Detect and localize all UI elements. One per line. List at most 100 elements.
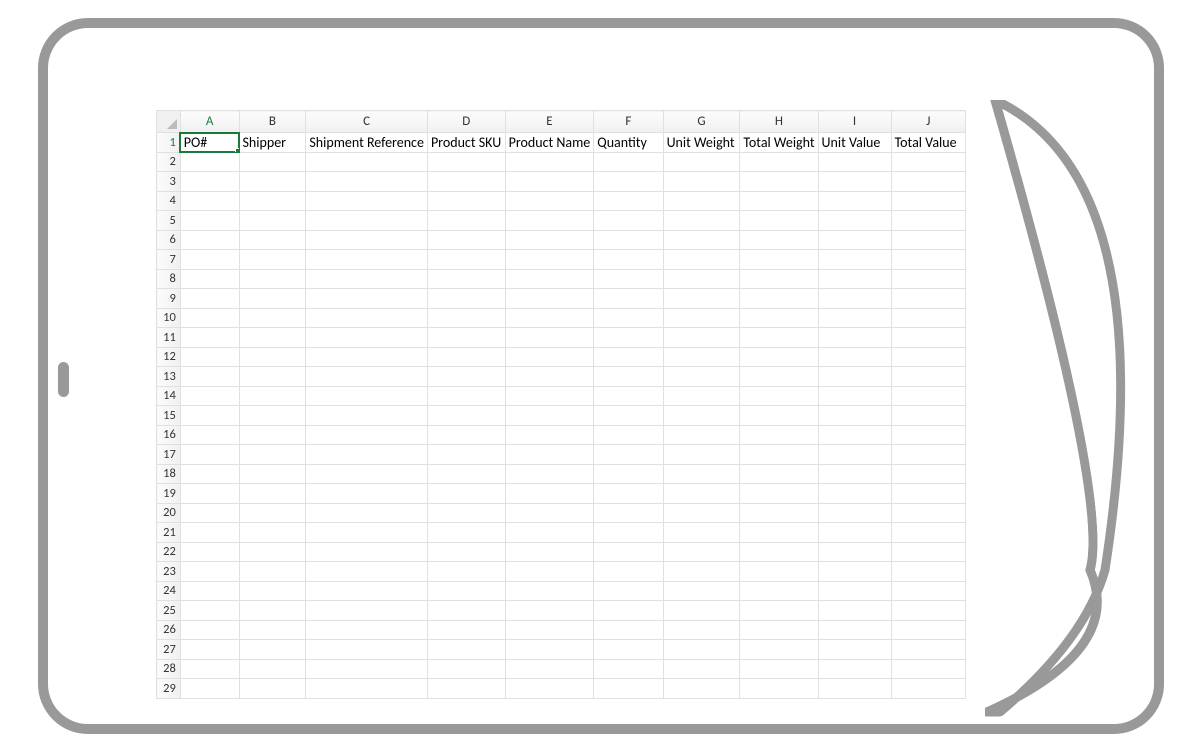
cell-H9[interactable] (740, 289, 818, 309)
cell-E17[interactable] (505, 445, 594, 465)
cell-H24[interactable] (740, 581, 818, 601)
cell-D14[interactable] (427, 386, 505, 406)
cell-H16[interactable] (740, 425, 818, 445)
cell-F17[interactable] (594, 445, 663, 465)
cell-E28[interactable] (505, 659, 594, 679)
cell-F13[interactable] (594, 367, 663, 387)
cell-A6[interactable] (180, 230, 239, 250)
cell-I19[interactable] (818, 484, 891, 504)
cell-G13[interactable] (663, 367, 740, 387)
cell-F28[interactable] (594, 659, 663, 679)
cell-A4[interactable] (180, 191, 239, 211)
cell-A24[interactable] (180, 581, 239, 601)
cell-F16[interactable] (594, 425, 663, 445)
row-header-22[interactable]: 22 (157, 542, 181, 562)
row-header-14[interactable]: 14 (157, 386, 181, 406)
cell-A25[interactable] (180, 601, 239, 621)
cell-B14[interactable] (239, 386, 306, 406)
cell-E11[interactable] (505, 328, 594, 348)
row-header-29[interactable]: 29 (157, 679, 181, 699)
cell-D15[interactable] (427, 406, 505, 426)
cell-I12[interactable] (818, 347, 891, 367)
cell-J11[interactable] (891, 328, 965, 348)
cell-I3[interactable] (818, 172, 891, 192)
cell-J30[interactable] (891, 698, 965, 699)
cell-D10[interactable] (427, 308, 505, 328)
spreadsheet[interactable]: ABCDEFGHIJ 1PO#ShipperShipment Reference… (156, 110, 966, 699)
cell-A15[interactable] (180, 406, 239, 426)
cell-G27[interactable] (663, 640, 740, 660)
cell-F26[interactable] (594, 620, 663, 640)
cell-H1[interactable]: Total Weight (740, 133, 818, 153)
cell-F3[interactable] (594, 172, 663, 192)
cell-B29[interactable] (239, 679, 306, 699)
cell-C20[interactable] (306, 503, 428, 523)
row-header-20[interactable]: 20 (157, 503, 181, 523)
cell-J8[interactable] (891, 269, 965, 289)
cell-I1[interactable]: Unit Value (818, 133, 891, 153)
row-header-17[interactable]: 17 (157, 445, 181, 465)
row-header-4[interactable]: 4 (157, 191, 181, 211)
cell-I16[interactable] (818, 425, 891, 445)
cell-I26[interactable] (818, 620, 891, 640)
cell-I11[interactable] (818, 328, 891, 348)
cell-D4[interactable] (427, 191, 505, 211)
row-header-8[interactable]: 8 (157, 269, 181, 289)
cell-C10[interactable] (306, 308, 428, 328)
cell-H20[interactable] (740, 503, 818, 523)
cell-C25[interactable] (306, 601, 428, 621)
column-header-A[interactable]: A (180, 111, 239, 133)
cell-I7[interactable] (818, 250, 891, 270)
cell-A29[interactable] (180, 679, 239, 699)
cell-H28[interactable] (740, 659, 818, 679)
cell-B10[interactable] (239, 308, 306, 328)
cell-D8[interactable] (427, 269, 505, 289)
cell-H5[interactable] (740, 211, 818, 231)
spreadsheet-grid[interactable]: ABCDEFGHIJ 1PO#ShipperShipment Reference… (156, 110, 966, 699)
cell-I23[interactable] (818, 562, 891, 582)
cell-C24[interactable] (306, 581, 428, 601)
row-header-24[interactable]: 24 (157, 581, 181, 601)
cell-H2[interactable] (740, 152, 818, 172)
cell-J3[interactable] (891, 172, 965, 192)
row-header-23[interactable]: 23 (157, 562, 181, 582)
cell-F18[interactable] (594, 464, 663, 484)
cell-G3[interactable] (663, 172, 740, 192)
cell-F29[interactable] (594, 679, 663, 699)
cell-B21[interactable] (239, 523, 306, 543)
cell-C3[interactable] (306, 172, 428, 192)
cell-C2[interactable] (306, 152, 428, 172)
cell-G29[interactable] (663, 679, 740, 699)
cell-F22[interactable] (594, 542, 663, 562)
cell-H17[interactable] (740, 445, 818, 465)
cell-B9[interactable] (239, 289, 306, 309)
cell-C9[interactable] (306, 289, 428, 309)
cell-E19[interactable] (505, 484, 594, 504)
cell-G17[interactable] (663, 445, 740, 465)
cell-G21[interactable] (663, 523, 740, 543)
cell-I6[interactable] (818, 230, 891, 250)
cell-B13[interactable] (239, 367, 306, 387)
cell-D13[interactable] (427, 367, 505, 387)
cell-I28[interactable] (818, 659, 891, 679)
cell-J12[interactable] (891, 347, 965, 367)
cell-F19[interactable] (594, 484, 663, 504)
cell-A23[interactable] (180, 562, 239, 582)
cell-E2[interactable] (505, 152, 594, 172)
row-header-5[interactable]: 5 (157, 211, 181, 231)
cell-B7[interactable] (239, 250, 306, 270)
cell-F4[interactable] (594, 191, 663, 211)
cell-C28[interactable] (306, 659, 428, 679)
cell-G9[interactable] (663, 289, 740, 309)
cell-E10[interactable] (505, 308, 594, 328)
cell-J16[interactable] (891, 425, 965, 445)
column-header-I[interactable]: I (818, 111, 891, 133)
cell-H15[interactable] (740, 406, 818, 426)
cell-J10[interactable] (891, 308, 965, 328)
cell-G10[interactable] (663, 308, 740, 328)
cell-H3[interactable] (740, 172, 818, 192)
cell-H7[interactable] (740, 250, 818, 270)
cell-I24[interactable] (818, 581, 891, 601)
cell-E8[interactable] (505, 269, 594, 289)
cell-A5[interactable] (180, 211, 239, 231)
